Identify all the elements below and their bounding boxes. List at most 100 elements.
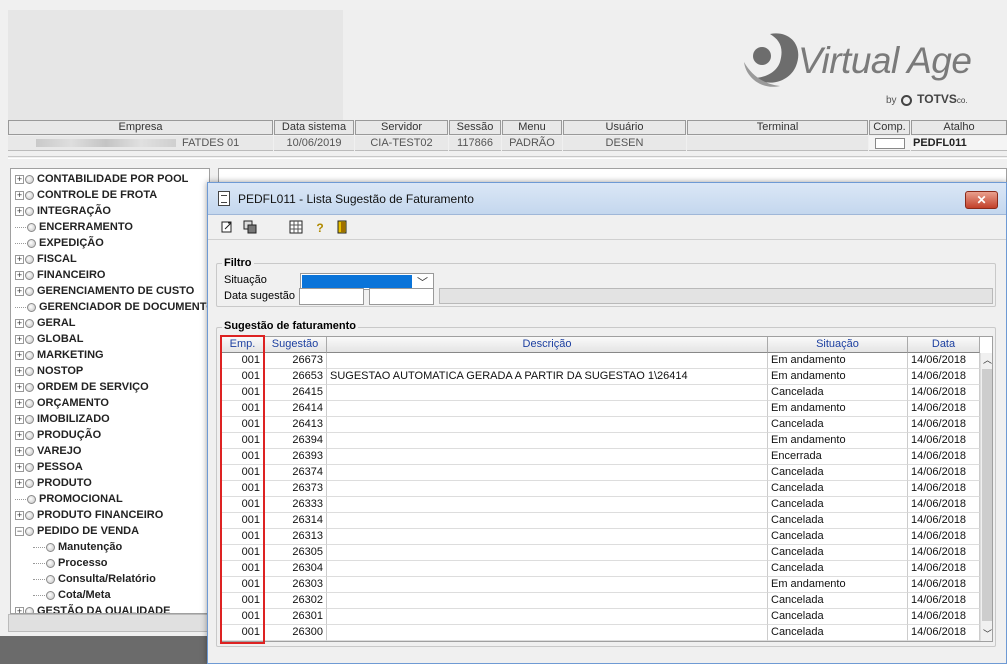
tree-item[interactable]: + GESTÃO DA QUALIDADE bbox=[15, 603, 170, 613]
expand-icon[interactable]: + bbox=[15, 398, 24, 408]
table-row[interactable]: 001 26305 Cancelada 14/06/2018 bbox=[222, 545, 982, 561]
grid-title: Sugestão de faturamento bbox=[222, 320, 359, 332]
table-row[interactable]: 001 26314 Cancelada 14/06/2018 bbox=[222, 513, 982, 529]
tree-item[interactable]: + PRODUTO FINANCEIRO bbox=[15, 507, 163, 523]
expand-icon[interactable]: + bbox=[15, 510, 24, 520]
close-button[interactable]: ✕ bbox=[965, 191, 998, 209]
table-row[interactable]: 001 26304 Cancelada 14/06/2018 bbox=[222, 561, 982, 577]
node-bullet-icon bbox=[25, 174, 34, 184]
expand-icon[interactable]: + bbox=[15, 206, 24, 216]
table-row[interactable]: 001 26373 Cancelada 14/06/2018 bbox=[222, 481, 982, 497]
tree-child-item[interactable]: Manutenção bbox=[33, 539, 122, 555]
tree-child-item[interactable]: Processo bbox=[33, 555, 108, 571]
table-row[interactable]: 001 26394 Em andamento 14/06/2018 bbox=[222, 433, 982, 449]
header-col-data[interactable]: Data bbox=[908, 337, 980, 353]
window-titlebar[interactable]: PEDFL011 - Lista Sugestão de Faturamento… bbox=[208, 183, 1006, 215]
node-bullet-icon bbox=[25, 318, 34, 328]
tree-child-item[interactable]: Consulta/Relatório bbox=[33, 571, 156, 587]
expand-icon[interactable]: + bbox=[15, 174, 24, 184]
tree-item[interactable]: + ORÇAMENTO bbox=[15, 395, 109, 411]
cell-col-data: 14/06/2018 bbox=[908, 625, 980, 641]
info-header: Menu bbox=[502, 120, 562, 135]
collapse-icon[interactable]: − bbox=[15, 526, 24, 536]
tree-item-label: VAREJO bbox=[37, 445, 82, 458]
tree-item[interactable]: + NOSTOP bbox=[15, 363, 83, 379]
node-bullet-icon bbox=[27, 238, 36, 248]
table-row[interactable]: 001 26303 Em andamento 14/06/2018 bbox=[222, 577, 982, 593]
import-arrow-icon[interactable] bbox=[220, 220, 236, 236]
tree-item[interactable]: + PRODUTO bbox=[15, 475, 92, 491]
tree-horizontal-scrollbar[interactable] bbox=[8, 614, 208, 632]
tree-item[interactable]: EXPEDIÇÃO bbox=[15, 235, 104, 251]
expand-icon[interactable]: + bbox=[15, 414, 24, 424]
tree-item[interactable]: PROMOCIONAL bbox=[15, 491, 123, 507]
grid-calc-icon[interactable] bbox=[288, 220, 304, 236]
expand-icon[interactable]: + bbox=[15, 190, 24, 200]
emp-column-highlight-box bbox=[220, 335, 265, 644]
tree-item[interactable]: + GERAL bbox=[15, 315, 76, 331]
table-row[interactable]: 001 26653 SUGESTAO AUTOMATICA GERADA A PAR… bbox=[222, 369, 982, 385]
tree-item[interactable]: + MARKETING bbox=[15, 347, 104, 363]
exit-door-icon[interactable] bbox=[334, 220, 350, 236]
tree-item[interactable]: + PESSOA bbox=[15, 459, 83, 475]
grid-vertical-scrollbar[interactable]: ︿ ﹀ bbox=[980, 353, 992, 641]
expand-icon[interactable]: + bbox=[15, 334, 24, 344]
info-col-atalho: Atalho PEDFL011 bbox=[911, 120, 1007, 152]
table-row[interactable]: 001 26301 Cancelada 14/06/2018 bbox=[222, 609, 982, 625]
expand-icon[interactable]: + bbox=[15, 286, 24, 296]
tree-item[interactable]: + GERENCIAMENTO DE CUSTO bbox=[15, 283, 194, 299]
tree-item[interactable]: + ORDEM DE SERVIÇO bbox=[15, 379, 149, 395]
tree-item[interactable]: + CONTABILIDADE POR POOL bbox=[15, 171, 188, 187]
expand-icon[interactable]: + bbox=[15, 270, 24, 280]
table-row[interactable]: 001 26302 Cancelada 14/06/2018 bbox=[222, 593, 982, 609]
tree-item[interactable]: − PEDIDO DE VENDA bbox=[15, 523, 139, 539]
table-row[interactable]: 001 26415 Cancelada 14/06/2018 bbox=[222, 385, 982, 401]
table-row[interactable]: 001 26300 Cancelada 14/06/2018 bbox=[222, 625, 982, 641]
table-row[interactable]: 001 26414 Em andamento 14/06/2018 bbox=[222, 401, 982, 417]
expand-icon[interactable]: + bbox=[15, 462, 24, 472]
tree-item[interactable]: + INTEGRAÇÃO bbox=[15, 203, 111, 219]
expand-icon[interactable]: + bbox=[15, 382, 24, 392]
help-icon[interactable]: ? bbox=[312, 220, 328, 236]
tree-child-item[interactable]: Cota/Meta bbox=[33, 587, 111, 603]
tree-item[interactable]: + GLOBAL bbox=[15, 331, 83, 347]
copy-icon[interactable] bbox=[242, 220, 258, 236]
tree-item[interactable]: + IMOBILIZADO bbox=[15, 411, 110, 427]
tree-item[interactable]: + FISCAL bbox=[15, 251, 77, 267]
tree-item[interactable]: + PRODUÇÃO bbox=[15, 427, 101, 443]
table-row[interactable]: 001 26673 Em andamento 14/06/2018 bbox=[222, 353, 982, 369]
table-row[interactable]: 001 26413 Cancelada 14/06/2018 bbox=[222, 417, 982, 433]
expand-icon[interactable]: + bbox=[15, 478, 24, 488]
scroll-up-arrow-icon[interactable]: ︿ bbox=[981, 353, 992, 367]
expand-icon[interactable]: + bbox=[15, 318, 24, 328]
scroll-thumb[interactable] bbox=[982, 369, 992, 621]
expand-icon[interactable]: + bbox=[15, 606, 24, 613]
scroll-down-arrow-icon[interactable]: ﹀ bbox=[981, 627, 992, 641]
tree-item[interactable]: + FINANCEIRO bbox=[15, 267, 105, 283]
table-row[interactable]: 001 26374 Cancelada 14/06/2018 bbox=[222, 465, 982, 481]
data-final-input[interactable] bbox=[369, 288, 434, 305]
tree-item[interactable]: GERENCIADOR DE DOCUMENTO bbox=[15, 299, 209, 315]
table-row[interactable]: 001 26313 Cancelada 14/06/2018 bbox=[222, 529, 982, 545]
header-col-situacao[interactable]: Situação bbox=[768, 337, 908, 353]
expand-icon[interactable]: + bbox=[15, 430, 24, 440]
tree-item[interactable]: + CONTROLE DE FROTA bbox=[15, 187, 157, 203]
tree-item[interactable]: + VAREJO bbox=[15, 443, 81, 459]
expand-icon[interactable]: + bbox=[15, 350, 24, 360]
tree-item-label: GERAL bbox=[37, 317, 76, 330]
table-row[interactable]: 001 26333 Cancelada 14/06/2018 bbox=[222, 497, 982, 513]
node-bullet-icon bbox=[25, 334, 34, 344]
expand-icon[interactable]: + bbox=[15, 446, 24, 456]
tree-item[interactable]: ENCERRAMENTO bbox=[15, 219, 133, 235]
cell-col-data: 14/06/2018 bbox=[908, 401, 980, 417]
info-value-atalho[interactable]: PEDFL011 bbox=[911, 136, 1007, 151]
menu-tree[interactable]: + CONTABILIDADE POR POOL + CONTROLE DE FROT… bbox=[10, 168, 210, 614]
header-col-sugestao[interactable]: Sugestão bbox=[264, 337, 327, 353]
table-row[interactable]: 001 26393 Encerrada 14/06/2018 bbox=[222, 449, 982, 465]
expand-icon[interactable]: + bbox=[15, 366, 24, 376]
sugestao-grid[interactable]: Emp. Sugestão Descrição Situação Data 001 266… bbox=[221, 336, 993, 642]
expand-icon[interactable]: + bbox=[15, 254, 24, 264]
data-inicial-input[interactable] bbox=[299, 288, 364, 305]
header-col-descricao[interactable]: Descrição bbox=[327, 337, 768, 353]
comp-field[interactable] bbox=[874, 138, 905, 149]
